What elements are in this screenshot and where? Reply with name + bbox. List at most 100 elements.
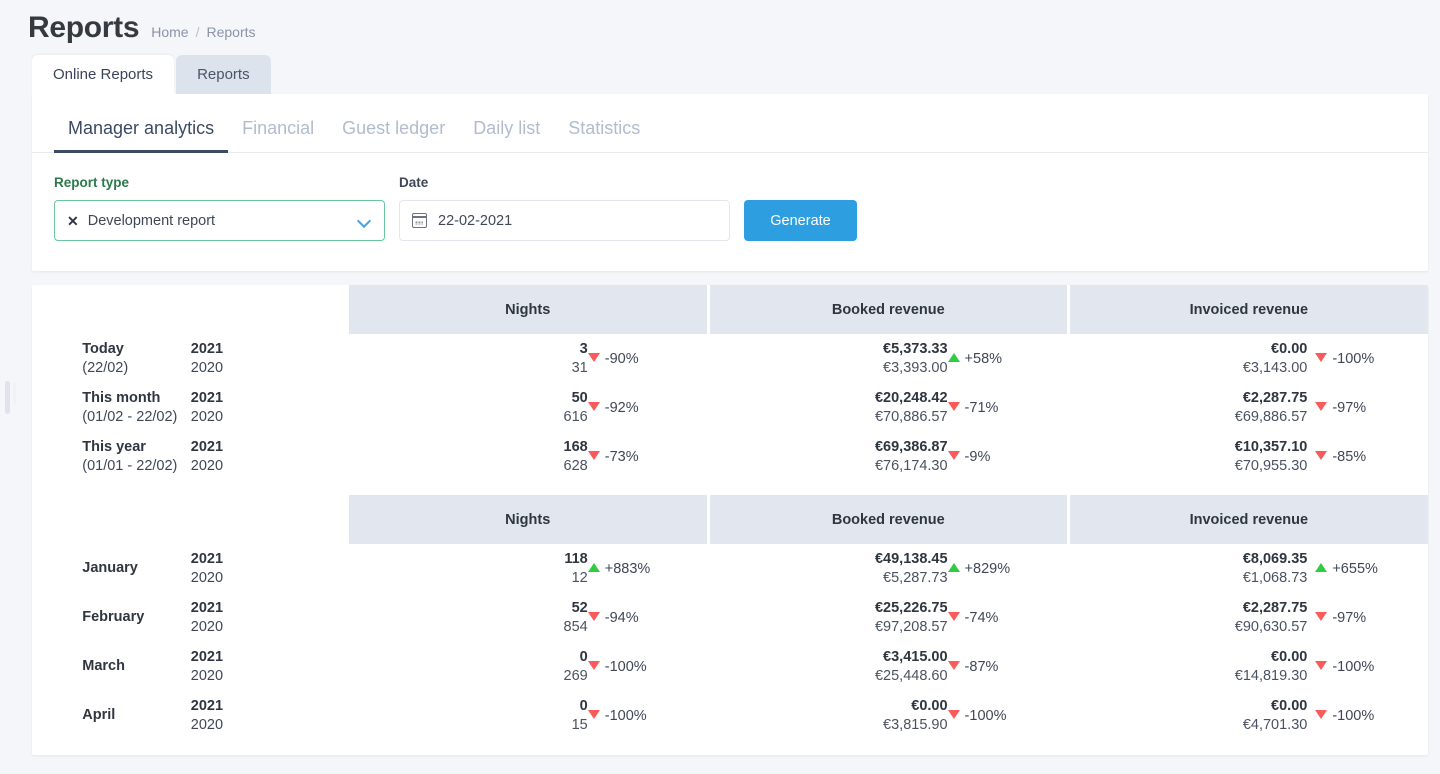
table-row: This year (01/01 - 22/02) 2021 2020 168 … — [32, 432, 1428, 481]
trend-down-icon — [587, 401, 600, 411]
header-spacer — [32, 495, 349, 544]
row-years: 2021 2020 — [191, 383, 349, 432]
trend-down-icon — [1315, 352, 1328, 362]
year-previous: 2020 — [190, 457, 224, 474]
filters-card: Manager analytics Financial Guest ledger… — [32, 94, 1428, 271]
panel-resize-handle[interactable] — [5, 381, 16, 414]
clear-selection-icon[interactable]: ✕ — [67, 214, 79, 228]
row-name: This year — [82, 438, 146, 455]
year-previous: 2020 — [190, 569, 224, 586]
trend-up-icon — [947, 352, 960, 362]
value-previous: €70,955.30 — [1234, 457, 1308, 474]
row-years: 2021 2020 — [191, 334, 349, 383]
section-header-row: Nights Booked revenue Invoiced revenue — [32, 285, 1428, 334]
value-current: €8,069.35 — [1242, 550, 1308, 567]
row-sublabel: (01/01 - 22/02) — [82, 457, 178, 474]
delta-nights: -73% — [587, 432, 709, 481]
value-previous: €90,630.57 — [1234, 618, 1308, 635]
header-spacer — [32, 285, 349, 334]
col-header-booked-revenue: Booked revenue — [708, 495, 1070, 544]
year-current: 2021 — [190, 648, 224, 665]
value-current: €69,386.87 — [874, 438, 948, 455]
delta-invoiced-revenue: -100% — [1307, 642, 1428, 691]
cell-booked-revenue: €25,226.75 €97,208.57 — [708, 593, 948, 642]
value-previous: €69,886.57 — [1234, 408, 1308, 425]
subtab-daily-list[interactable]: Daily list — [459, 117, 554, 152]
value-previous: 269 — [563, 667, 588, 684]
row-name: This month — [82, 389, 161, 406]
subtab-financial[interactable]: Financial — [228, 117, 328, 152]
cell-invoiced-revenue: €0.00 €4,701.30 — [1068, 691, 1308, 740]
value-current: €0.00 — [1271, 648, 1308, 665]
cell-invoiced-revenue: €0.00 €14,819.30 — [1068, 642, 1308, 691]
year-current: 2021 — [190, 550, 224, 567]
cell-nights: 50 616 — [349, 383, 588, 432]
value-current: 168 — [563, 438, 588, 455]
report-type-field: Report type ✕ Development report — [54, 175, 385, 241]
value-previous: €14,819.30 — [1234, 667, 1308, 684]
trend-down-icon — [1315, 709, 1328, 719]
value-current: €49,138.45 — [874, 550, 948, 567]
row-label: This year (01/01 - 22/02) — [82, 432, 191, 481]
date-value: 22-02-2021 — [438, 212, 513, 229]
value-current: €20,248.42 — [874, 389, 948, 406]
trend-down-icon — [947, 450, 960, 460]
subtab-statistics[interactable]: Statistics — [554, 117, 654, 152]
cell-booked-revenue: €69,386.87 €76,174.30 — [708, 432, 948, 481]
breadcrumb: Home / Reports — [151, 24, 255, 40]
trend-down-icon — [947, 660, 960, 670]
col-header-nights: Nights — [348, 495, 710, 544]
delta-invoiced-revenue: -97% — [1307, 383, 1428, 432]
trend-down-icon — [947, 709, 960, 719]
tab-reports[interactable]: Reports — [176, 55, 271, 94]
year-current: 2021 — [190, 438, 224, 455]
chevron-down-icon[interactable] — [358, 216, 372, 225]
date-input[interactable]: 22-02-2021 — [399, 200, 730, 241]
cell-booked-revenue: €0.00 €3,815.90 — [708, 691, 948, 740]
value-current: €2,287.75 — [1242, 599, 1308, 616]
table-row: January 2021 2020 118 12 +883% €49,138.4… — [32, 544, 1428, 593]
value-previous: €97,208.57 — [874, 618, 948, 635]
delta-booked-revenue: -71% — [947, 383, 1069, 432]
delta-booked-revenue: -9% — [947, 432, 1069, 481]
calendar-icon — [411, 213, 428, 228]
col-header-invoiced-revenue: Invoiced revenue — [1068, 285, 1428, 334]
tab-online-reports[interactable]: Online Reports — [32, 55, 175, 94]
row-label: January — [82, 560, 138, 576]
table-row: Today (22/02) 2021 2020 3 31 -90% €5,373… — [32, 334, 1428, 383]
delta-booked-revenue: -87% — [947, 642, 1069, 691]
subtab-guest-ledger[interactable]: Guest ledger — [328, 117, 459, 152]
cell-nights: 0 15 — [349, 691, 588, 740]
cell-invoiced-revenue: €0.00 €3,143.00 — [1068, 334, 1308, 383]
value-previous: €76,174.30 — [874, 457, 948, 474]
delta-nights: -100% — [587, 642, 709, 691]
value-current: 0 — [579, 648, 588, 665]
cell-nights: 52 854 — [349, 593, 588, 642]
value-previous: €3,143.00 — [1242, 359, 1308, 376]
breadcrumb-home[interactable]: Home — [151, 24, 188, 40]
year-previous: 2020 — [190, 667, 224, 684]
section-gap — [32, 481, 1428, 495]
value-previous: €70,886.57 — [874, 408, 948, 425]
report-type-select[interactable]: ✕ Development report — [54, 200, 385, 241]
subtab-manager-analytics[interactable]: Manager analytics — [54, 117, 229, 153]
value-previous: €25,448.60 — [874, 667, 948, 684]
row-years: 2021 2020 — [191, 593, 349, 642]
year-current: 2021 — [190, 697, 224, 714]
row-label: March — [82, 658, 125, 674]
value-current: €0.00 — [1271, 340, 1308, 357]
section-header-row: Nights Booked revenue Invoiced revenue — [32, 495, 1428, 544]
cell-nights: 0 269 — [349, 642, 588, 691]
year-current: 2021 — [190, 340, 224, 357]
value-current: 50 — [571, 389, 588, 406]
cell-invoiced-revenue: €2,287.75 €69,886.57 — [1068, 383, 1308, 432]
trend-down-icon — [947, 611, 960, 621]
table-row: February 2021 2020 52 854 -94% €25,226.7… — [32, 593, 1428, 642]
cell-invoiced-revenue: €10,357.10 €70,955.30 — [1068, 432, 1308, 481]
generate-button[interactable]: Generate — [744, 200, 857, 241]
trend-down-icon — [1315, 660, 1328, 670]
value-current: 52 — [571, 599, 588, 616]
row-sublabel: (01/02 - 22/02) — [82, 408, 178, 425]
row-name: Today — [82, 340, 124, 357]
year-previous: 2020 — [190, 408, 224, 425]
